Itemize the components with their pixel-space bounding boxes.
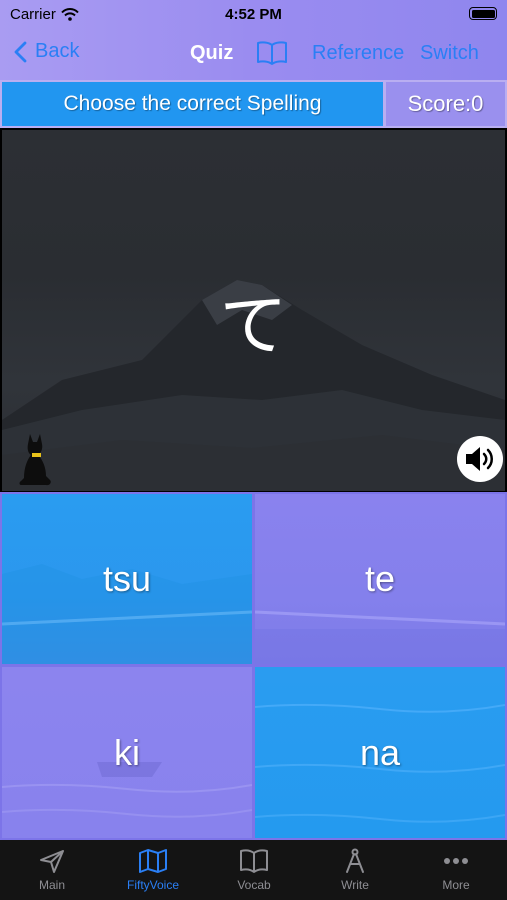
answer-option-4-label: na [359,731,401,773]
answer-option-3-label: ki [114,731,140,773]
tab-main[interactable]: Main [2,848,102,892]
speaker-icon [466,447,493,471]
open-book-icon [257,41,287,65]
open-book-icon [240,849,268,873]
score-label: Score:0 [386,82,505,126]
answer-option-2-label: te [364,558,396,599]
paper-plane-icon [40,850,64,873]
ellipsis-icon [444,858,468,864]
reference-button[interactable]: Reference [312,42,404,65]
back-button[interactable]: Back [14,40,79,63]
quiz-prompt: Choose the correct Spelling [2,82,383,126]
answer-option-4[interactable]: na [255,667,505,838]
speaker-button[interactable] [457,436,503,482]
nav-title: Quiz [190,42,234,64]
cat-icon [19,434,51,486]
tab-write[interactable]: Write [305,848,405,892]
switch-button[interactable]: Switch [420,42,479,65]
battery-icon [469,7,497,20]
tab-vocab-label: Vocab [237,878,271,892]
tab-main-label: Main [38,878,65,892]
answer-option-3[interactable]: ki [2,667,252,838]
navigation-bar: Back Quiz Reference Switch [0,30,507,76]
kana-display-panel: て [2,130,505,491]
tab-write-label: Write [341,878,369,892]
map-icon [139,849,167,873]
quiz-header: Choose the correct Spelling Score:0 [0,80,507,128]
top-area: Carrier 4:52 PM Back Quiz Reference Swit… [0,0,507,80]
answer-option-2[interactable]: te [255,494,505,664]
book-button[interactable] [256,40,288,71]
chevron-left-icon [14,41,27,62]
tab-fiftyvoice[interactable]: FiftyVoice [103,848,203,892]
tab-more-label: More [442,878,470,892]
tab-more[interactable]: More [406,848,506,892]
status-bar: Carrier 4:52 PM [0,0,507,28]
tab-bar: Main FiftyVoice Vocab Write More [0,840,507,900]
answer-option-1-label: tsu [102,558,152,599]
kana-character: て [219,287,288,366]
tab-vocab[interactable]: Vocab [204,848,304,892]
compass-pen-icon [346,848,364,873]
back-label: Back [35,40,80,62]
clock: 4:52 PM [225,6,282,23]
tab-fiftyvoice-label: FiftyVoice [126,878,180,892]
answer-option-1[interactable]: tsu [2,494,252,664]
answer-grid: tsu te ki na [0,492,507,840]
